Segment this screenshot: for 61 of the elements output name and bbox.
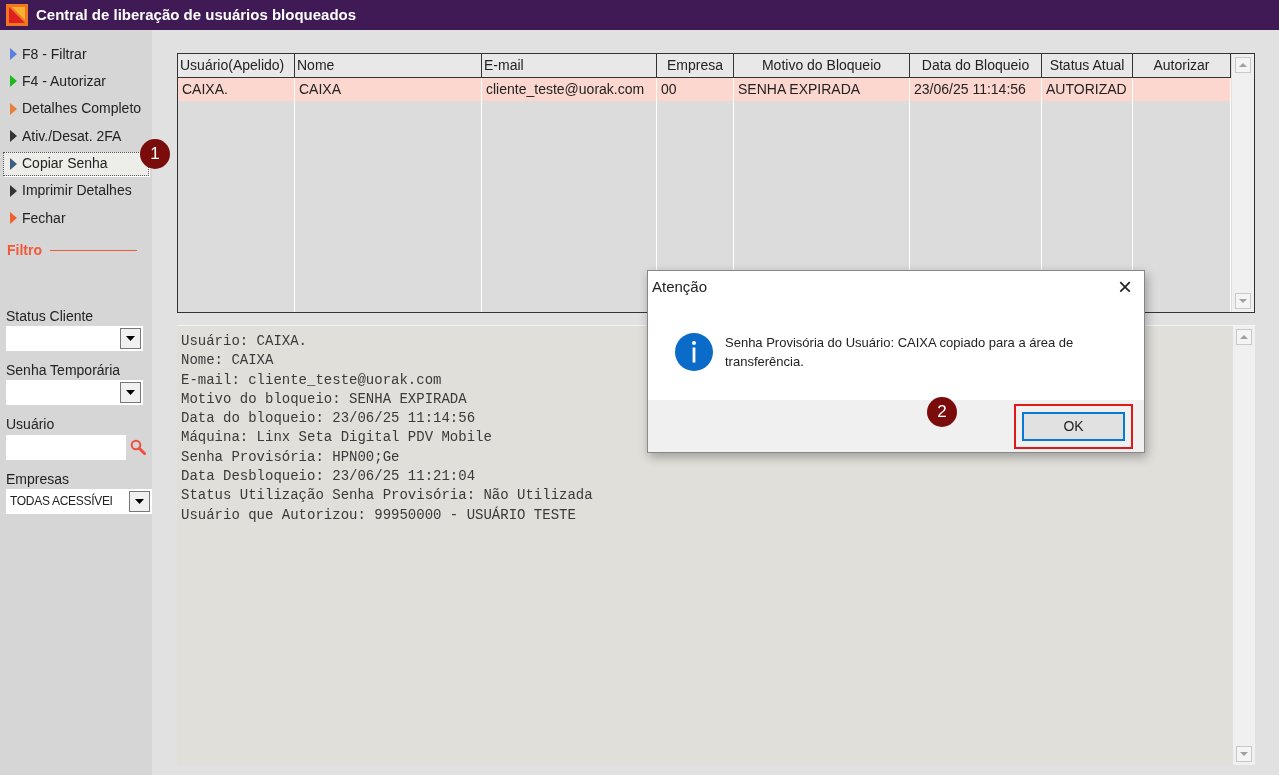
column-header[interactable]: E-mail xyxy=(482,54,657,78)
scroll-up-icon[interactable] xyxy=(1235,57,1251,73)
input-field[interactable] xyxy=(6,434,126,460)
field-label: Usuário xyxy=(6,414,56,433)
column-header[interactable]: Usuário(Apelido) xyxy=(178,54,295,78)
dropdown-field[interactable]: TODAS ACESSÍVEI xyxy=(6,488,152,514)
sidebar-menu-item[interactable]: F8 - Filtrar xyxy=(3,42,149,66)
detail-line: Máquina: Linx Seta Digital PDV Mobile xyxy=(181,428,492,448)
table-cell: 00 xyxy=(657,78,734,101)
detail-line: Motivo do bloqueio: SENHA EXPIRADA xyxy=(181,389,467,409)
scroll-down-icon[interactable] xyxy=(1236,746,1252,762)
scroll-down-icon[interactable] xyxy=(1235,293,1251,309)
ok-button[interactable]: OK xyxy=(1022,411,1125,441)
table-row[interactable]: CAIXA. CAIXA cliente_teste@uorak.com 00 SENHA EXPIRADA 23/06/25 11:14:56 AUTORIZAD xyxy=(178,78,1232,101)
dropdown-button[interactable] xyxy=(120,327,141,349)
filter-heading: Filtro xyxy=(7,240,42,260)
detail-line: Data Desbloqueio: 23/06/25 11:21:04 xyxy=(181,467,476,487)
details-scrollbar[interactable] xyxy=(1233,326,1255,765)
column-header[interactable]: Nome xyxy=(295,54,482,78)
detail-line: Senha Provisória: HPN00;Ge xyxy=(181,447,400,467)
caret-icon xyxy=(126,389,135,395)
table-cell: 23/06/25 11:14:56 xyxy=(910,78,1042,101)
scroll-up-icon[interactable] xyxy=(1236,329,1252,345)
detail-line: Status Utilização Senha Provisória: Não Utilizada xyxy=(181,486,593,506)
column-header[interactable]: Status Atual xyxy=(1042,54,1133,78)
sidebar-menu-item[interactable]: Fechar xyxy=(3,206,149,231)
sidebar-menu-item[interactable]: Copiar Senha xyxy=(3,151,149,176)
sidebar-menu-item[interactable]: Imprimir Detalhes xyxy=(3,178,149,203)
window-title: Central de liberação de usuários bloqueados xyxy=(36,4,357,25)
column-header[interactable]: Autorizar xyxy=(1133,54,1231,78)
field-label: Status Cliente xyxy=(6,306,95,325)
detail-line: Usuário que Autorizou: 99950000 - USUÁRIO TESTE xyxy=(181,505,576,525)
dropdown-field[interactable] xyxy=(6,379,143,405)
table-cell: AUTORIZAD xyxy=(1042,78,1133,101)
table-scrollbar[interactable] xyxy=(1232,54,1254,312)
table-cell: SENHA EXPIRADA xyxy=(734,78,910,101)
field-label: Senha Temporária xyxy=(6,360,122,379)
detail-line: Nome: CAIXA xyxy=(181,351,274,371)
dropdown-field[interactable] xyxy=(6,325,143,351)
dropdown-button[interactable] xyxy=(120,381,141,403)
column-header[interactable]: Data do Bloqueio xyxy=(910,54,1042,78)
table-cell: CAIXA xyxy=(295,78,482,101)
column-header[interactable]: Empresa xyxy=(657,54,734,78)
caret-icon xyxy=(126,335,135,341)
close-button[interactable]: × xyxy=(1118,275,1132,299)
sidebar-menu-item[interactable]: Detalhes Completo xyxy=(3,96,149,121)
dropdown-button[interactable] xyxy=(129,490,150,512)
search-icon[interactable] xyxy=(130,439,146,456)
table-cell: CAIXA. xyxy=(178,78,295,101)
info-icon xyxy=(675,332,713,371)
app-logo-icon xyxy=(6,4,28,26)
column-header[interactable]: Motivo do Bloqueio xyxy=(734,54,910,78)
sidebar-menu-item[interactable]: F4 - Autorizar xyxy=(3,69,149,94)
detail-line: E-mail: cliente_teste@uorak.com xyxy=(181,370,442,390)
caret-icon xyxy=(135,498,144,504)
dialog-message: Senha Provisória do Usuário: CAIXA copiado para a área de transferência. xyxy=(725,333,1075,371)
dialog-title: Atenção xyxy=(652,276,708,297)
detail-line: Data do bloqueio: 23/06/25 11:14:56 xyxy=(181,409,476,429)
table-cell: cliente_teste@uorak.com xyxy=(482,78,657,101)
detail-line: Usuário: CAIXA. xyxy=(181,332,308,351)
field-label: Empresas xyxy=(6,469,71,488)
